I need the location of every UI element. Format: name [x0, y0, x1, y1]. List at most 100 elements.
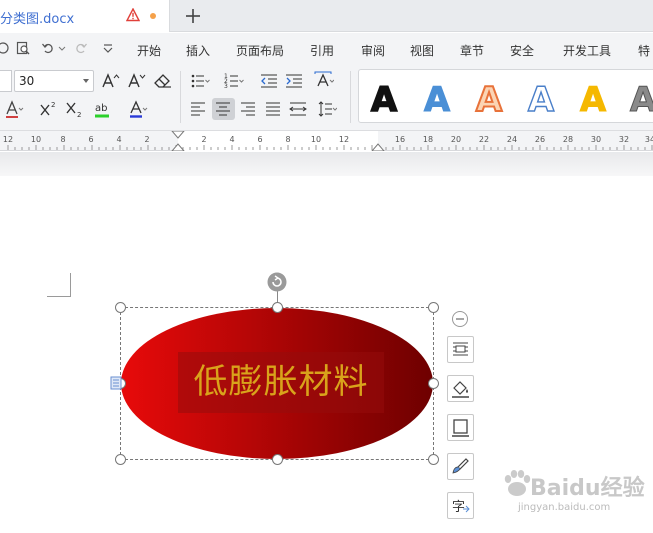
save-icon[interactable]	[0, 41, 10, 55]
collapse-toolbar-icon[interactable]	[451, 310, 469, 328]
wordart-style-gray[interactable]: A	[621, 76, 653, 121]
unsaved-dot-icon	[150, 13, 156, 19]
svg-text:3: 3	[224, 83, 228, 90]
layout-options-button[interactable]	[447, 336, 474, 363]
numbered-list-icon[interactable]: 123	[224, 71, 244, 91]
ruler-label: 32	[618, 135, 630, 144]
outline-frame-icon	[452, 419, 469, 437]
font-color-icon[interactable]	[128, 99, 148, 119]
menu-item-page-layout[interactable]: 页面布局	[236, 42, 284, 59]
ruler-label: 4	[229, 135, 235, 144]
wordart-style-blue[interactable]: A	[417, 76, 457, 121]
ruler-label: 2	[201, 135, 207, 144]
customize-toolbar-icon[interactable]	[101, 41, 115, 55]
resize-handle-right[interactable]	[428, 378, 439, 389]
increase-indent-icon[interactable]	[284, 71, 304, 91]
ribbon-separator	[350, 71, 351, 123]
ruler-label: 12	[338, 135, 350, 144]
ruler-label: 6	[257, 135, 263, 144]
ruler-label: 26	[534, 135, 546, 144]
font-size-value: 30	[19, 74, 35, 88]
decrease-indent-icon[interactable]	[259, 71, 279, 91]
align-right-icon[interactable]	[238, 99, 258, 119]
text-wrap-icon	[453, 342, 468, 356]
anchor-icon[interactable]	[110, 376, 124, 390]
highlight-icon[interactable]: ab	[94, 99, 114, 119]
font-size-combobox[interactable]: 30	[14, 70, 94, 92]
wordart-style-glyph: A	[424, 80, 451, 120]
resize-handle-bottom[interactable]	[272, 454, 283, 465]
resize-handle-top-right[interactable]	[428, 302, 439, 313]
superscript-icon[interactable]: 2	[39, 99, 59, 119]
line-spacing-icon[interactable]	[317, 99, 337, 119]
menu-item-special[interactable]: 特	[638, 42, 650, 59]
menu-item-home[interactable]: 开始	[137, 42, 161, 59]
wordart-style-orange-outline[interactable]: A	[469, 76, 509, 120]
document-tab[interactable]: 分类图.docx	[0, 0, 170, 32]
menu-item-security[interactable]: 安全	[510, 42, 534, 59]
distributed-align-icon[interactable]	[288, 99, 308, 119]
page-margin-corner-mark	[47, 273, 71, 297]
ruler-label: 10	[30, 135, 42, 144]
wordart-style-glyph: A	[476, 80, 503, 120]
menu-item-developer-tools[interactable]: 开发工具	[563, 42, 611, 59]
horizontal-ruler[interactable]: 12 10 8 6 4 2 2 4 6 8 10 12 16 18 20 22 …	[0, 131, 653, 151]
ruler-label: 18	[422, 135, 434, 144]
ribbon-separator	[180, 71, 181, 123]
wordart-style-gold[interactable]: A	[573, 76, 613, 121]
resize-handle-top-left[interactable]	[115, 302, 126, 313]
right-indent-marker[interactable]	[371, 143, 385, 151]
bullet-list-icon[interactable]	[190, 71, 210, 91]
redo-icon[interactable]	[74, 41, 88, 55]
hanging-indent-marker[interactable]	[171, 143, 185, 151]
svg-text:2: 2	[51, 101, 55, 109]
text-effect-icon[interactable]	[4, 99, 24, 119]
wordart-style-glyph: A	[528, 80, 555, 120]
menu-item-view[interactable]: 视图	[410, 42, 434, 59]
rotate-handle-icon[interactable]	[267, 272, 287, 292]
ruler-label: 28	[562, 135, 574, 144]
clear-format-eraser-icon[interactable]	[153, 71, 173, 91]
ruler-ticks	[7, 131, 653, 151]
print-preview-icon[interactable]	[16, 41, 30, 55]
align-left-icon[interactable]	[188, 99, 208, 119]
fill-bucket-icon	[452, 381, 469, 398]
tab-bar: 分类图.docx	[0, 0, 653, 32]
first-line-indent-marker[interactable]	[171, 131, 185, 139]
text-direction-icon[interactable]	[314, 71, 334, 91]
decrease-font-size-icon[interactable]	[126, 71, 146, 91]
baidu-watermark: Baidu经验 jingyan.baidu.com	[500, 462, 650, 522]
shape-effects-button[interactable]	[447, 453, 474, 480]
menu-item-section[interactable]: 章节	[460, 42, 484, 59]
justify-icon[interactable]	[263, 99, 283, 119]
ruler-label: 30	[590, 135, 602, 144]
menu-item-references[interactable]: 引用	[310, 42, 334, 59]
wordart-style-black[interactable]: A	[364, 76, 404, 120]
shape-outline-button[interactable]	[447, 414, 474, 441]
font-name-box[interactable]	[0, 70, 12, 92]
ruler-label: 6	[88, 135, 94, 144]
chevron-down-icon[interactable]	[83, 79, 89, 83]
undo-icon[interactable]	[41, 41, 55, 55]
align-center-icon[interactable]	[212, 98, 235, 120]
menu-item-review[interactable]: 审阅	[361, 42, 385, 59]
ruler-label: 8	[60, 135, 66, 144]
resize-handle-bottom-right[interactable]	[428, 454, 439, 465]
new-tab-plus-icon[interactable]	[183, 6, 203, 26]
page-top-shadow	[0, 152, 653, 176]
menu-item-insert[interactable]: 插入	[186, 42, 210, 59]
shape-fill-button[interactable]	[447, 375, 474, 402]
wordart-style-glyph: A	[630, 80, 653, 120]
increase-font-size-icon[interactable]	[100, 71, 120, 91]
wordart-style-gallery: A A A A A A	[358, 69, 653, 123]
ruler-label: 24	[506, 135, 518, 144]
subscript-icon[interactable]: 2	[65, 99, 85, 119]
wordart-style-blue-outline[interactable]: A	[521, 76, 561, 120]
ruler-label: 22	[478, 135, 490, 144]
resize-handle-top[interactable]	[272, 302, 283, 313]
warning-icon[interactable]	[126, 8, 140, 22]
undo-dropdown-icon[interactable]	[58, 41, 66, 55]
text-options-button[interactable]: 字	[447, 492, 474, 519]
text-options-glyph: 字	[452, 500, 465, 515]
resize-handle-bottom-left[interactable]	[115, 454, 126, 465]
